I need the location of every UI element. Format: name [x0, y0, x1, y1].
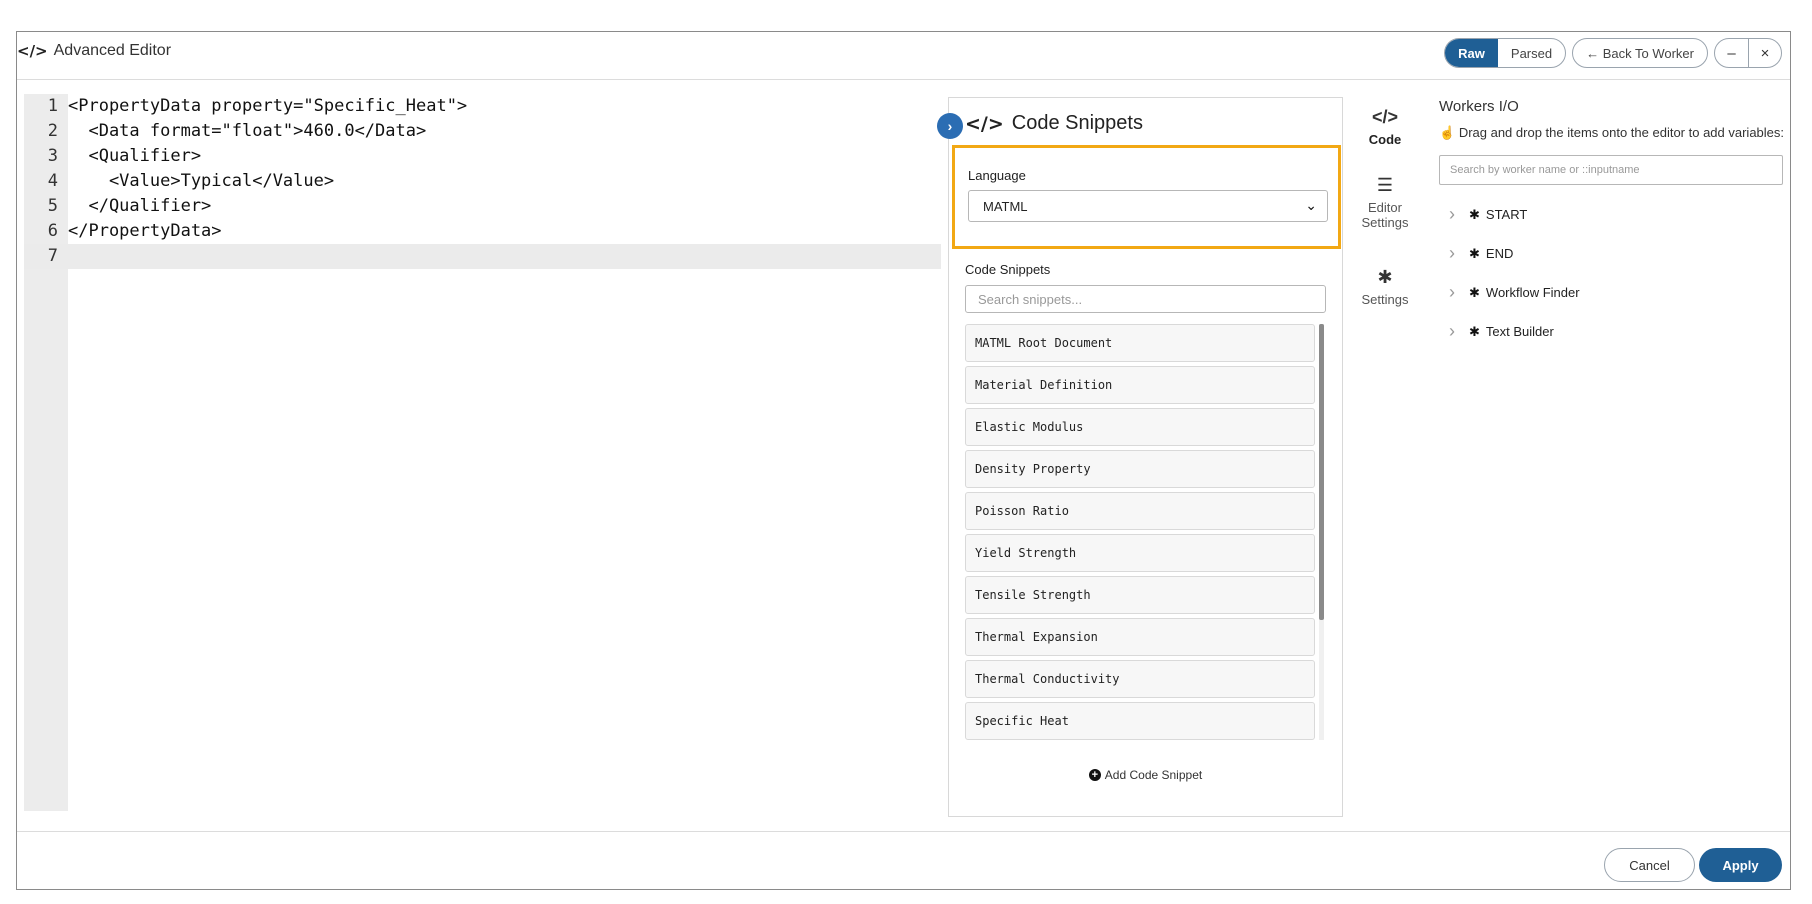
code-line[interactable]: 2 <Data format="float">460.0</Data>	[24, 119, 941, 144]
tree-item-label: Workflow Finder	[1485, 285, 1580, 300]
tab-code[interactable]: </> Code	[1352, 107, 1418, 147]
line-text: <Data format="float">460.0</Data>	[68, 121, 427, 141]
close-icon[interactable]: ×	[1748, 39, 1781, 67]
code-snippets-panel: › </> Code Snippets Language MATML ⌄ Cod…	[937, 97, 1343, 817]
snippet-item[interactable]: Density Property	[965, 450, 1315, 488]
worker-search-input[interactable]: Search by worker name or ::inputname	[1439, 155, 1783, 185]
gear-icon: ✱	[1469, 245, 1480, 261]
cancel-button[interactable]: Cancel	[1604, 848, 1695, 882]
tab-code-label: Code	[1368, 132, 1402, 147]
gear-icon: ✱	[1469, 284, 1480, 300]
tree-item-start[interactable]: › ✱ START	[1439, 195, 1787, 234]
sliders-icon: ☰	[1376, 175, 1394, 195]
tree-item-end[interactable]: › ✱ END	[1439, 234, 1787, 273]
worker-tree: › ✱ START › ✱ END › ✱ Workflow Finder › …	[1439, 195, 1787, 351]
line-text: <Value>Typical</Value>	[68, 171, 335, 191]
snippets-label: Code Snippets	[965, 262, 1051, 277]
gear-icon: ✱	[1469, 206, 1480, 222]
dialog-footer: Cancel Apply	[17, 831, 1790, 890]
add-code-snippet-label: Add Code Snippet	[1104, 768, 1203, 782]
snippet-search-input[interactable]: Search snippets...	[965, 285, 1326, 313]
code-editor[interactable]: 1 <PropertyData property="Specific_Heat">…	[24, 94, 941, 811]
title-bar: </> Advanced Editor Raw Parsed ← Back To…	[17, 32, 1790, 80]
code-line[interactable]: 3 <Qualifier>	[24, 144, 941, 169]
apply-button[interactable]: Apply	[1699, 848, 1782, 882]
line-number: 6	[47, 221, 58, 241]
gear-icon: ✱	[1377, 267, 1393, 287]
line-number: 3	[47, 146, 58, 166]
tab-settings[interactable]: ✱ Settings	[1352, 267, 1418, 307]
snippet-item[interactable]: Poisson Ratio	[965, 492, 1315, 530]
tree-item-label: END	[1485, 246, 1514, 261]
snippet-item[interactable]: Thermal Conductivity	[965, 660, 1315, 698]
line-number: 5	[47, 196, 58, 216]
tree-item-text-builder[interactable]: › ✱ Text Builder	[1439, 312, 1787, 351]
window-title-text: Advanced Editor	[53, 42, 172, 59]
code-line[interactable]: 5 </Qualifier>	[24, 194, 941, 219]
tab-editor-settings-label: Editor	[1368, 200, 1402, 215]
code-line-current[interactable]: 7	[24, 244, 941, 269]
code-icon: </>	[17, 42, 48, 60]
line-number: 1	[47, 96, 58, 116]
snippet-item[interactable]: Elastic Modulus	[965, 408, 1315, 446]
snippet-item[interactable]: Tensile Strength	[965, 576, 1315, 614]
hand-pointer-icon: ☝	[1439, 125, 1456, 140]
language-select-value: MATML	[983, 198, 1028, 214]
chevron-down-icon: ⌄	[1305, 197, 1317, 213]
line-number: 7	[47, 246, 58, 266]
add-code-snippet-button[interactable]: + Add Code Snippet	[949, 768, 1342, 782]
tab-editor-settings-label-2: Settings	[1361, 215, 1409, 230]
tab-settings-label: Settings	[1361, 292, 1409, 307]
language-section: Language MATML ⌄	[952, 145, 1341, 249]
window-title: </> Advanced Editor	[17, 42, 171, 60]
workers-io-hint-text: Drag and drop the items onto the editor …	[1458, 125, 1785, 140]
code-line[interactable]: 4 <Value>Typical</Value>	[24, 169, 941, 194]
raw-button[interactable]: Raw	[1445, 39, 1498, 67]
minimize-icon[interactable]: –	[1715, 39, 1748, 67]
collapse-panel-button[interactable]: ›	[937, 113, 963, 139]
code-line[interactable]: 6 </PropertyData>	[24, 219, 941, 244]
code-icon: </>	[965, 112, 1004, 135]
workers-io-title: Workers I/O	[1439, 98, 1519, 115]
tree-item-label: Text Builder	[1485, 324, 1554, 339]
view-mode-toggle: Raw Parsed	[1444, 38, 1567, 68]
line-number: 4	[47, 171, 58, 191]
window-controls: – ×	[1714, 38, 1782, 68]
snippets-panel-title-text: Code Snippets	[1011, 112, 1143, 134]
snippet-item[interactable]: MATML Root Document	[965, 324, 1315, 362]
plus-circle-icon: +	[1088, 769, 1101, 781]
snippet-item[interactable]: Specific Heat	[965, 702, 1315, 740]
snippets-panel-title: </> Code Snippets	[965, 112, 1143, 135]
chevron-right-icon[interactable]: ›	[1439, 204, 1469, 225]
snippet-list: MATML Root Document Material Definition …	[965, 324, 1315, 740]
tree-item-label: START	[1485, 207, 1528, 222]
snippet-item[interactable]: Material Definition	[965, 366, 1315, 404]
advanced-editor-window: </> Advanced Editor Raw Parsed ← Back To…	[16, 31, 1791, 890]
line-text: <Qualifier>	[68, 146, 202, 166]
back-to-worker-button[interactable]: ← Back To Worker	[1572, 38, 1708, 68]
code-line[interactable]: 1 <PropertyData property="Specific_Heat">	[24, 94, 941, 119]
snippet-list-scrollbar[interactable]	[1319, 324, 1324, 740]
line-text: </PropertyData>	[68, 221, 222, 241]
code-icon: </>	[1371, 107, 1399, 127]
line-text: <PropertyData property="Specific_Heat">	[68, 96, 468, 116]
scrollbar-thumb[interactable]	[1319, 324, 1324, 620]
tree-item-workflow-finder[interactable]: › ✱ Workflow Finder	[1439, 273, 1787, 312]
chevron-right-icon[interactable]: ›	[1439, 243, 1469, 264]
snippet-item[interactable]: Yield Strength	[965, 534, 1315, 572]
line-text: </Qualifier>	[68, 196, 212, 216]
parsed-button[interactable]: Parsed	[1498, 39, 1565, 67]
gear-icon: ✱	[1469, 323, 1480, 339]
workers-io-hint: ☝ Drag and drop the items onto the edito…	[1439, 125, 1787, 141]
language-label: Language	[968, 168, 1026, 183]
toolbar: Raw Parsed ← Back To Worker – ×	[1444, 38, 1782, 68]
tab-editor-settings[interactable]: ☰ Editor Settings	[1352, 175, 1418, 230]
snippet-item[interactable]: Thermal Expansion	[965, 618, 1315, 656]
workers-io-panel: Workers I/O ☝ Drag and drop the items on…	[1439, 98, 1787, 351]
chevron-right-icon[interactable]: ›	[1439, 282, 1469, 303]
language-select[interactable]: MATML ⌄	[968, 190, 1328, 222]
chevron-right-icon[interactable]: ›	[1439, 321, 1469, 342]
line-number: 2	[47, 121, 58, 141]
